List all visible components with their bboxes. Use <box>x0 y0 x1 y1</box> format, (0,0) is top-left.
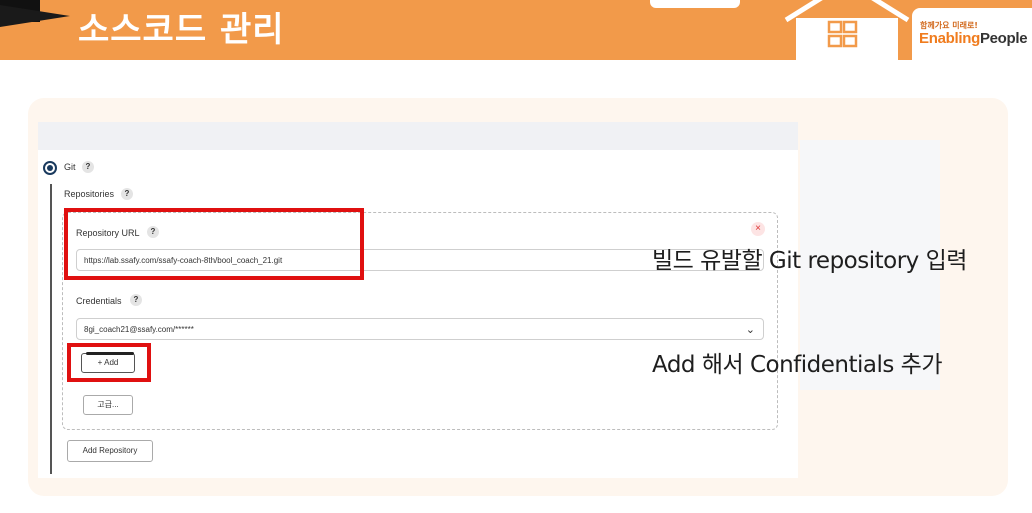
repo-url-annotation: 빌드 유발할 Git repository 입력 <box>652 248 967 274</box>
repositories-help-icon[interactable]: ? <box>121 188 133 200</box>
panel-top-bar <box>38 122 798 150</box>
credentials-select[interactable]: 8gi_coach21@ssafy.com/****** ⌄ <box>76 318 764 340</box>
header-banner: 소스코드 관리 함께가요 미래로! EnablingPeople <box>0 0 1032 62</box>
git-help-icon[interactable]: ? <box>82 161 94 173</box>
repositories-label: Repositories <box>64 189 115 199</box>
git-radio-button[interactable] <box>43 161 57 175</box>
jenkins-scm-panel: Git ? Repositories ? × Repository URL ? … <box>38 122 798 478</box>
credentials-annotation: Add 해서 Confidentials 추가 <box>652 352 943 378</box>
brand-logo: 함께가요 미래로! EnablingPeople <box>912 8 1032 60</box>
add-button-highlight-box <box>67 343 151 382</box>
add-repository-button[interactable]: Add Repository <box>67 440 153 462</box>
advanced-button[interactable]: 고급... <box>83 395 133 415</box>
logo-wordmark: EnablingPeople <box>919 30 1028 47</box>
credentials-label: Credentials <box>76 296 122 306</box>
logo-word-enabling: Enabling <box>919 30 980 47</box>
credentials-help-icon[interactable]: ? <box>130 294 142 306</box>
house-icon <box>784 0 910 62</box>
page-title: 소스코드 관리 <box>78 10 285 50</box>
top-pill-decoration <box>650 0 740 8</box>
git-option-label: Git <box>64 162 76 172</box>
section-indent-line <box>50 184 52 474</box>
credentials-selected-value: 8gi_coach21@ssafy.com/****** <box>84 325 194 334</box>
chevron-down-icon: ⌄ <box>745 324 755 336</box>
remove-repository-icon[interactable]: × <box>751 222 765 236</box>
logo-word-people: People <box>979 30 1028 47</box>
repo-url-highlight-box <box>64 208 364 280</box>
banner-arrow-shape <box>0 5 70 27</box>
